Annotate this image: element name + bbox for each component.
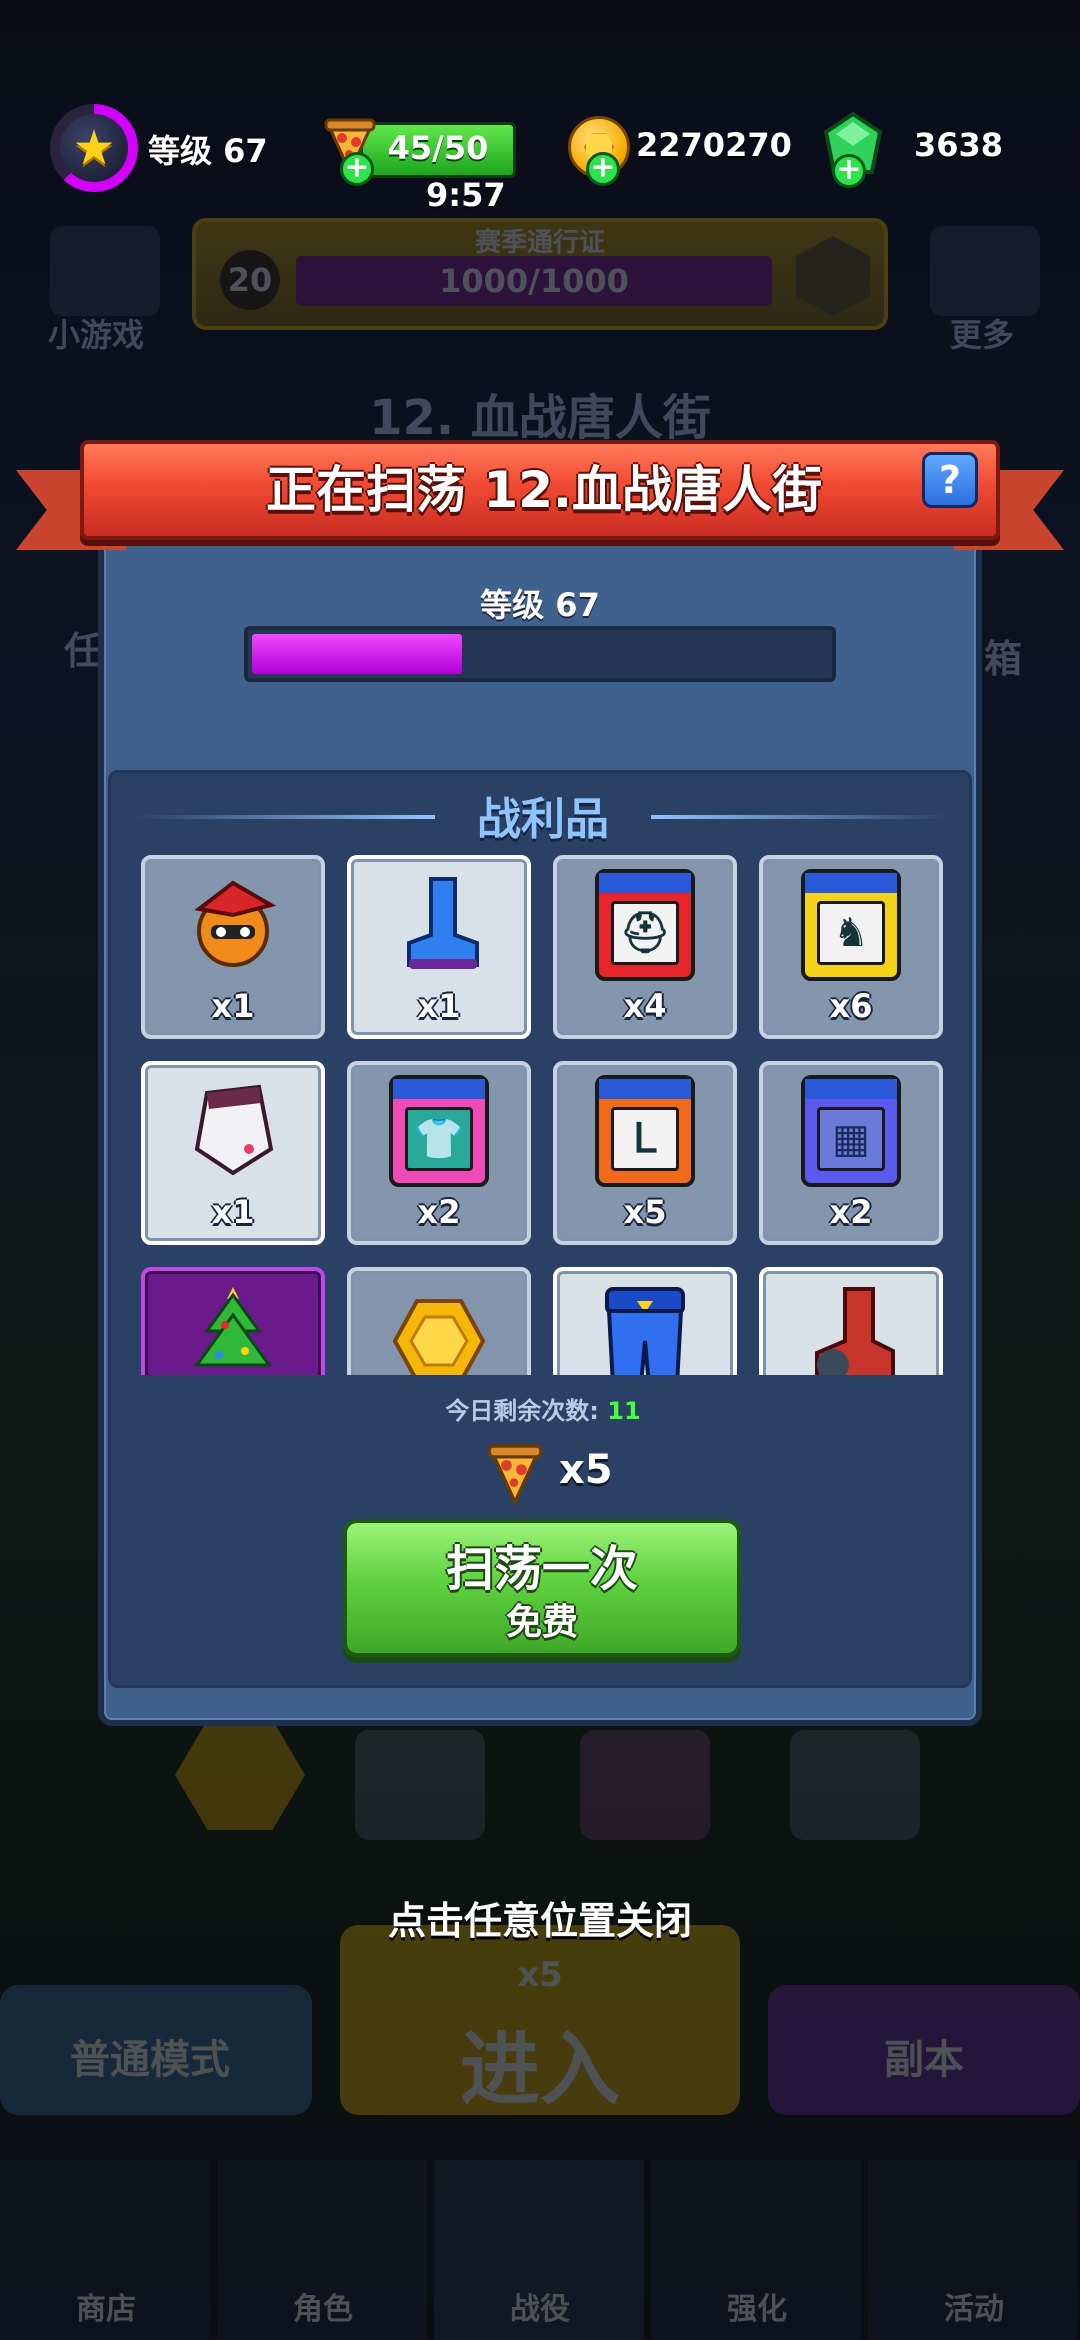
tab-hero-label: 角色 xyxy=(293,2292,353,2327)
sweep-once-button[interactable]: 扫荡一次 免费 xyxy=(343,1519,741,1657)
loot-item[interactable]: Ｌ x5 xyxy=(553,1061,737,1245)
enter-cost: x5 xyxy=(517,1955,563,1995)
side-right-label: 箱 xyxy=(984,637,1023,681)
remaining-attempts: 今日剩余次数: 11 xyxy=(111,1391,975,1426)
loot-qty: x2 xyxy=(417,1193,461,1231)
loot-qty: x5 xyxy=(623,1193,667,1231)
side-left-label: 任 xyxy=(64,629,103,673)
enter-label: 进入 xyxy=(460,2023,620,2116)
tab-event-label: 活动 xyxy=(944,2292,1004,2327)
tab-campaign-label: 战役 xyxy=(510,2292,570,2327)
modal-title: 正在扫荡 12.血战唐人街 xyxy=(266,461,822,519)
loot-panel: 战利品 x1 x1 ⛑ x4 ♞ x6 x1 👕 x2 Ｌ x5 ▦ x2 今日… xyxy=(108,770,972,1688)
player-level-badge[interactable]: ★ xyxy=(50,104,138,192)
rainbow-item-icon xyxy=(580,1730,710,1840)
tab-upgrade-label: 强化 xyxy=(727,2292,787,2327)
modal-level-label: 等级 67 xyxy=(480,586,600,624)
pink-shirt-card-icon: 👕 xyxy=(389,1075,489,1187)
tap-to-close-hint[interactable]: 点击任意位置关闭 xyxy=(0,1890,1080,1945)
loot-item[interactable] xyxy=(141,1267,325,1375)
mystery-card-icon xyxy=(790,1730,920,1840)
loot-grid[interactable]: x1 x1 ⛑ x4 ♞ x6 x1 👕 x2 Ｌ x5 ▦ x2 xyxy=(141,855,945,1375)
blue-boot-icon xyxy=(407,877,479,969)
loot-item[interactable] xyxy=(553,1267,737,1375)
season-pass-title: 赛季通行证 xyxy=(474,228,605,258)
loot-item[interactable]: ⛑ x4 xyxy=(553,855,737,1039)
add-energy-button[interactable]: + xyxy=(340,152,374,186)
loot-qty: x4 xyxy=(623,987,667,1025)
yellow-helmet-card-icon: ♞ xyxy=(801,869,901,981)
tab-event: 活动 xyxy=(868,2160,1080,2340)
dungeon-label: 副本 xyxy=(884,2037,964,2083)
blue-pants-icon xyxy=(605,1287,685,1375)
tab-shop: 商店 xyxy=(0,2160,212,2340)
loot-qty: x2 xyxy=(829,1193,873,1231)
stage-title: 12. 血战唐人街 xyxy=(369,390,711,446)
normal-mode-button: 普通模式 xyxy=(0,1985,312,2115)
energy-bar[interactable]: 45/50 xyxy=(360,122,516,178)
xp-progress-fill xyxy=(252,634,463,674)
star-icon: ★ xyxy=(72,120,116,176)
loot-item[interactable] xyxy=(759,1267,943,1375)
normal-mode-label: 普通模式 xyxy=(70,2037,230,2083)
help-button[interactable]: ? xyxy=(922,452,978,508)
energy-value: 45/50 xyxy=(387,129,489,167)
loot-qty: x1 xyxy=(417,987,461,1025)
mini-games-icon xyxy=(50,226,160,316)
player-level-label: 等级 67 xyxy=(148,132,268,170)
tab-upgrade: 强化 xyxy=(651,2160,863,2340)
sweep-free-label: 免费 xyxy=(505,1602,578,1643)
loot-item[interactable]: x1 xyxy=(141,855,325,1039)
hero-mascot-icon xyxy=(194,880,277,967)
red-boot-icon xyxy=(815,1287,895,1375)
loot-divider-right xyxy=(651,815,951,819)
energy-timer: 9:57 xyxy=(426,176,506,214)
loot-qty: x6 xyxy=(829,987,873,1025)
gem-count: 3638 xyxy=(914,126,1004,164)
loot-item[interactable]: 👕 x2 xyxy=(347,1061,531,1245)
mini-games-label: 小游戏 xyxy=(48,316,145,354)
add-coins-button[interactable]: + xyxy=(586,152,620,186)
more-label: 更多 xyxy=(950,316,1015,354)
status-bar: ★ 等级 67 45/50 + 9:57 + 2270270 + 3638 xyxy=(0,100,1080,214)
tab-hero: 角色 xyxy=(217,2160,429,2340)
loot-item[interactable]: x1 xyxy=(141,1061,325,1245)
season-pass-bar: 赛季通行证 20 1000/1000 xyxy=(192,218,888,330)
loot-item[interactable]: ♞ x6 xyxy=(759,855,943,1039)
loot-item[interactable]: x1 xyxy=(347,855,531,1039)
loot-item[interactable] xyxy=(347,1267,531,1375)
coin-bg-icon xyxy=(175,1720,305,1830)
white-armor-icon xyxy=(194,1084,274,1176)
enter-button: x5 进入 xyxy=(340,1925,740,2116)
sweep-cost-value: x5 xyxy=(559,1447,613,1493)
red-helmet-card-icon: ⛑ xyxy=(595,869,695,981)
loot-item[interactable]: ▦ x2 xyxy=(759,1061,943,1245)
remaining-label: 今日剩余次数: xyxy=(445,1397,599,1425)
tab-shop-label: 商店 xyxy=(76,2292,136,2327)
modal-title-ribbon: 正在扫荡 12.血战唐人街 xyxy=(80,440,1000,540)
remaining-count: 11 xyxy=(607,1397,641,1425)
sweep-cost: x5 xyxy=(485,1441,685,1511)
dungeon-button: 副本 xyxy=(768,1985,1080,2115)
gold-coin-icon xyxy=(392,1299,486,1375)
loot-qty: x1 xyxy=(211,1193,255,1231)
add-gems-button[interactable]: + xyxy=(832,154,866,188)
xp-progress-bar xyxy=(244,626,836,682)
coin-count: 2270270 xyxy=(636,126,792,164)
loot-qty: x1 xyxy=(211,987,255,1025)
blue-vest-card-icon: ▦ xyxy=(801,1075,901,1187)
orange-boot-card-icon: Ｌ xyxy=(595,1075,695,1187)
more-icon xyxy=(930,226,1040,316)
sweep-once-label: 扫荡一次 xyxy=(445,1541,638,1597)
christmas-tree-icon xyxy=(194,1287,272,1367)
tab-campaign: 战役 xyxy=(434,2160,646,2340)
mystery-box-icon xyxy=(355,1730,485,1840)
season-pass-progress: 1000/1000 xyxy=(296,256,772,306)
pizza-icon xyxy=(487,1444,543,1506)
season-pass-level: 20 xyxy=(220,250,280,310)
